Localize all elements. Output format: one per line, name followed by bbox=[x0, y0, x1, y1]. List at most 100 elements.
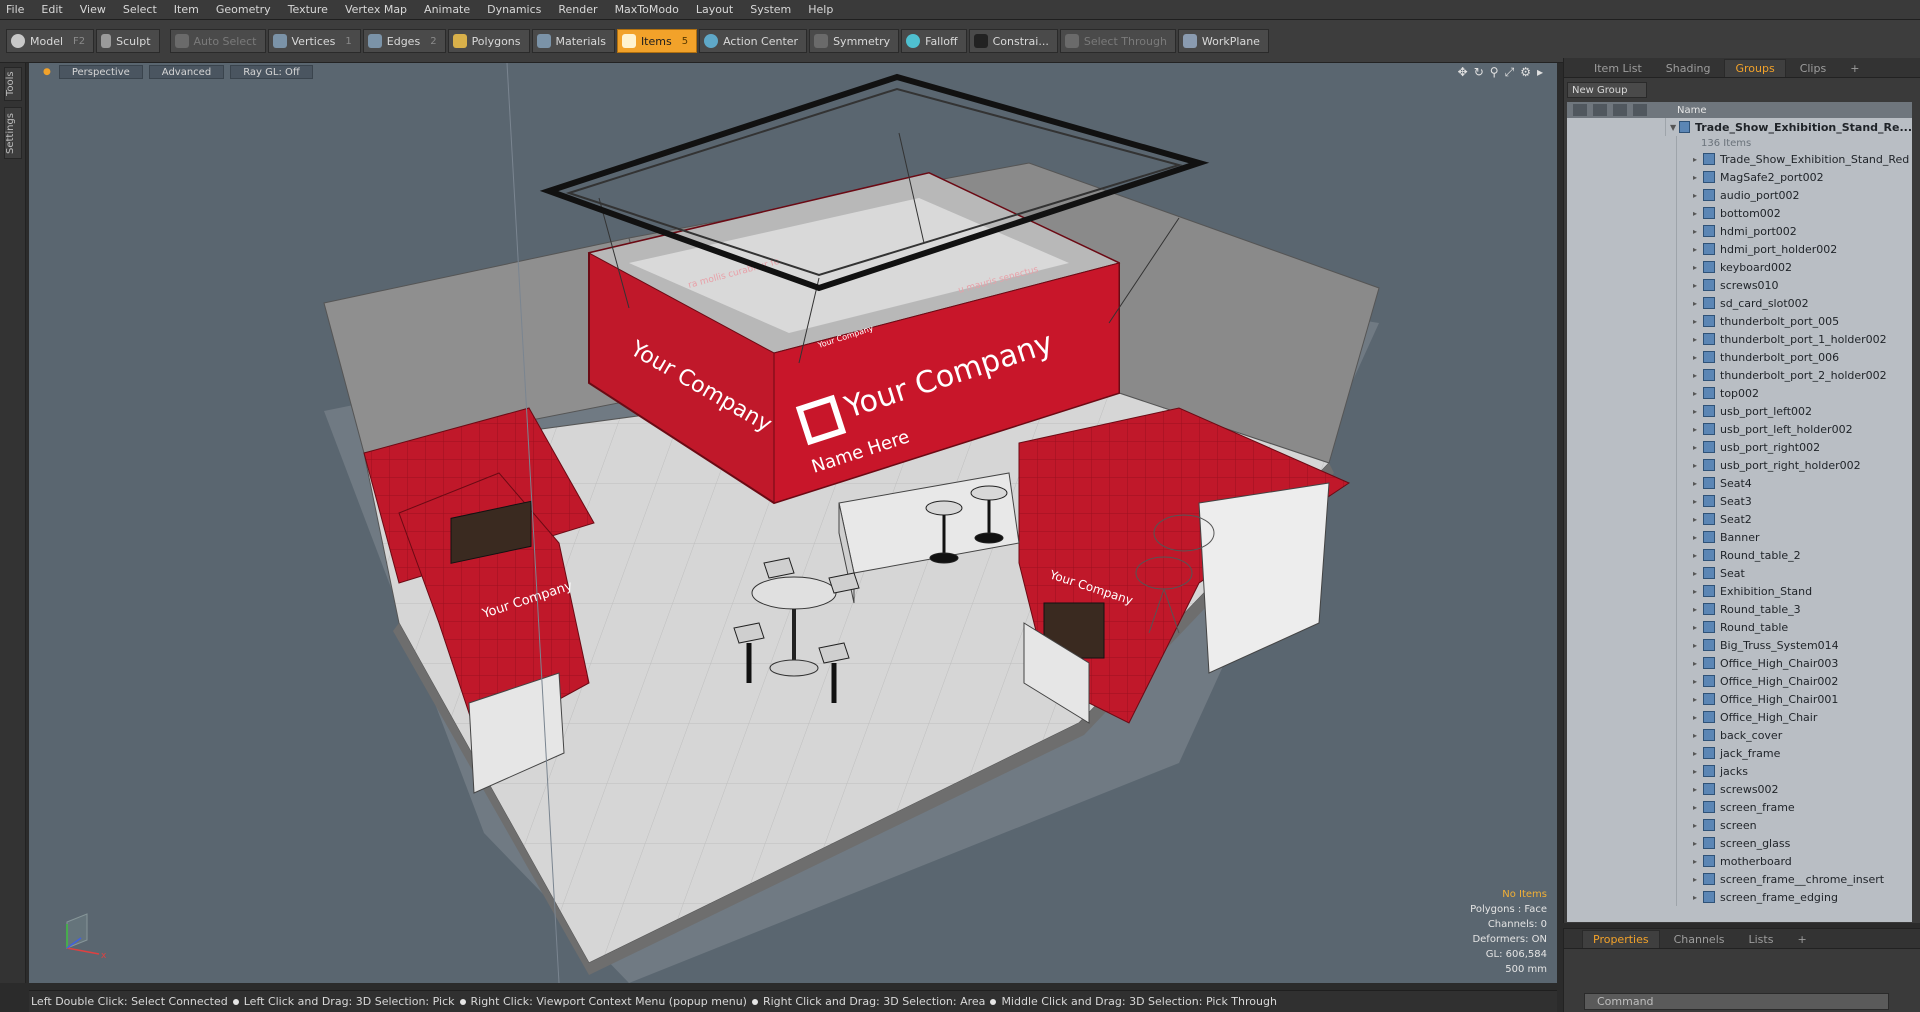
expand-icon[interactable]: ▸ bbox=[1693, 551, 1703, 560]
tab-properties[interactable]: Properties bbox=[1582, 930, 1660, 948]
sculpt-button[interactable]: Sculpt bbox=[96, 29, 160, 53]
menu-file[interactable]: File bbox=[6, 3, 24, 16]
tree-item-row[interactable]: ▸ Banner bbox=[1567, 528, 1912, 546]
menu-texture[interactable]: Texture bbox=[288, 3, 328, 16]
tree-item-row[interactable]: ▸ hdmi_port_holder002 bbox=[1567, 240, 1912, 258]
expand-icon[interactable]: ▸ bbox=[1693, 533, 1703, 542]
new-group-button[interactable]: New Group bbox=[1567, 82, 1647, 98]
menu-layout[interactable]: Layout bbox=[696, 3, 733, 16]
expand-icon[interactable]: ▸ bbox=[1693, 317, 1703, 326]
vertices-button[interactable]: Vertices 1 bbox=[267, 29, 361, 53]
zoom-view-icon[interactable]: ⚲ bbox=[1490, 65, 1499, 80]
expand-icon[interactable]: ▸ bbox=[1693, 749, 1703, 758]
tree-item-row[interactable]: ▸ Seat bbox=[1567, 564, 1912, 582]
add-tab-icon[interactable]: + bbox=[1840, 60, 1869, 77]
menu-help[interactable]: Help bbox=[808, 3, 833, 16]
expand-icon[interactable]: ▸ bbox=[1693, 677, 1703, 686]
tree-item-row[interactable]: ▸ motherboard bbox=[1567, 852, 1912, 870]
expand-icon[interactable]: ▸ bbox=[1693, 245, 1703, 254]
tree-item-row[interactable]: ▸ Office_High_Chair bbox=[1567, 708, 1912, 726]
menu-geometry[interactable]: Geometry bbox=[216, 3, 271, 16]
tab-shading[interactable]: Shading bbox=[1656, 60, 1721, 77]
menu-edit[interactable]: Edit bbox=[41, 3, 62, 16]
tree-item-row[interactable]: ▸ screen_frame bbox=[1567, 798, 1912, 816]
expand-icon[interactable]: ▸ bbox=[1693, 407, 1703, 416]
tab-item-list[interactable]: Item List bbox=[1584, 60, 1652, 77]
tree-item-row[interactable]: ▸ Office_High_Chair003 bbox=[1567, 654, 1912, 672]
collapse-icon[interactable]: ▼ bbox=[1670, 123, 1679, 132]
tools-tab[interactable]: Tools bbox=[4, 67, 22, 101]
tree-item-row[interactable]: ▸ usb_port_left002 bbox=[1567, 402, 1912, 420]
expand-icon[interactable]: ▸ bbox=[1693, 767, 1703, 776]
tree-item-row[interactable]: ▸ thunderbolt_port_006 bbox=[1567, 348, 1912, 366]
tree-item-row[interactable]: ▸ thunderbolt_port_005 bbox=[1567, 312, 1912, 330]
expand-icon[interactable]: ▸ bbox=[1693, 371, 1703, 380]
expand-icon[interactable]: ▸ bbox=[1693, 299, 1703, 308]
auto-select-button[interactable]: Auto Select bbox=[169, 29, 266, 53]
expand-icon[interactable]: ▸ bbox=[1693, 479, 1703, 488]
raygl-button[interactable]: Ray GL: Off bbox=[230, 65, 313, 79]
constrain-button[interactable]: Constrai... bbox=[968, 29, 1058, 53]
tree-item-row[interactable]: ▸ sd_card_slot002 bbox=[1567, 294, 1912, 312]
menu-system[interactable]: System bbox=[750, 3, 791, 16]
items-button[interactable]: Items 5 bbox=[616, 29, 698, 53]
add-bottom-tab-icon[interactable]: + bbox=[1787, 931, 1816, 948]
polygons-button[interactable]: Polygons bbox=[447, 29, 530, 53]
tree-item-row[interactable]: ▸ Office_High_Chair001 bbox=[1567, 690, 1912, 708]
expand-icon[interactable]: ▸ bbox=[1693, 425, 1703, 434]
expand-icon[interactable]: ▸ bbox=[1693, 641, 1703, 650]
menu-vertex-map[interactable]: Vertex Map bbox=[345, 3, 407, 16]
model-button[interactable]: Model F2 bbox=[6, 29, 95, 53]
menu-item[interactable]: Item bbox=[174, 3, 199, 16]
advanced-button[interactable]: Advanced bbox=[148, 65, 225, 79]
expand-icon[interactable]: ▸ bbox=[1693, 839, 1703, 848]
expand-icon[interactable]: ▸ bbox=[1693, 875, 1703, 884]
expand-icon[interactable]: ▸ bbox=[1693, 335, 1703, 344]
perspective-button[interactable]: Perspective bbox=[58, 65, 143, 79]
tree-item-row[interactable]: ▸ screen_frame__chrome_insert bbox=[1567, 870, 1912, 888]
3d-viewport[interactable]: Your Company Your Company Your Company N… bbox=[29, 63, 1557, 983]
tree-item-row[interactable]: ▸ usb_port_right002 bbox=[1567, 438, 1912, 456]
tree-item-row[interactable]: ▸ MagSafe2_port002 bbox=[1567, 168, 1912, 186]
menu-view[interactable]: View bbox=[80, 3, 106, 16]
tree-item-row[interactable]: ▸ Seat2 bbox=[1567, 510, 1912, 528]
symmetry-button[interactable]: Symmetry bbox=[809, 29, 900, 53]
expand-icon[interactable]: ▸ bbox=[1693, 803, 1703, 812]
render-column-icon[interactable] bbox=[1593, 104, 1607, 116]
tree-item-row[interactable]: ▸ Seat4 bbox=[1567, 474, 1912, 492]
lock-column-icon[interactable] bbox=[1613, 104, 1627, 116]
expand-icon[interactable]: ▸ bbox=[1693, 209, 1703, 218]
expand-icon[interactable]: ▸ bbox=[1693, 281, 1703, 290]
menu-animate[interactable]: Animate bbox=[424, 3, 470, 16]
tree-item-row[interactable]: ▸ usb_port_right_holder002 bbox=[1567, 456, 1912, 474]
tree-item-row[interactable]: ▸ screen_frame_edging bbox=[1567, 888, 1912, 906]
tree-item-row[interactable]: ▸ Seat3 bbox=[1567, 492, 1912, 510]
eye-column-icon[interactable] bbox=[1573, 104, 1587, 116]
expand-icon[interactable]: ▸ bbox=[1693, 155, 1703, 164]
materials-button[interactable]: Materials bbox=[531, 29, 615, 53]
tree-item-row[interactable]: ▸ screen bbox=[1567, 816, 1912, 834]
expand-icon[interactable]: ▸ bbox=[1693, 569, 1703, 578]
edges-button[interactable]: Edges 2 bbox=[362, 29, 446, 53]
expand-icon[interactable]: ▸ bbox=[1693, 497, 1703, 506]
tree-item-row[interactable]: ▸ top002 bbox=[1567, 384, 1912, 402]
expand-icon[interactable]: ▸ bbox=[1693, 857, 1703, 866]
menu-dynamics[interactable]: Dynamics bbox=[487, 3, 541, 16]
viewport-settings-icon[interactable]: ⚙ bbox=[1520, 65, 1531, 80]
tree-item-row[interactable]: ▸ bottom002 bbox=[1567, 204, 1912, 222]
tree-item-row[interactable]: ▸ back_cover bbox=[1567, 726, 1912, 744]
expand-icon[interactable]: ▸ bbox=[1693, 587, 1703, 596]
tab-groups[interactable]: Groups bbox=[1724, 59, 1786, 77]
tree-item-row[interactable]: ▸ screws002 bbox=[1567, 780, 1912, 798]
tree-item-row[interactable]: ▸ thunderbolt_port_1_holder002 bbox=[1567, 330, 1912, 348]
tree-item-row[interactable]: ▸ Big_Truss_System014 bbox=[1567, 636, 1912, 654]
expand-icon[interactable]: ▸ bbox=[1693, 353, 1703, 362]
expand-icon[interactable]: ▸ bbox=[1693, 893, 1703, 902]
expand-icon[interactable]: ▸ bbox=[1693, 461, 1703, 470]
expand-icon[interactable]: ▸ bbox=[1693, 605, 1703, 614]
expand-icon[interactable]: ▸ bbox=[1693, 695, 1703, 704]
tree-item-row[interactable]: ▸ thunderbolt_port_2_holder002 bbox=[1567, 366, 1912, 384]
tab-lists[interactable]: Lists bbox=[1739, 931, 1784, 948]
settings-tab[interactable]: Settings bbox=[4, 107, 22, 159]
expand-icon[interactable]: ▸ bbox=[1693, 191, 1703, 200]
